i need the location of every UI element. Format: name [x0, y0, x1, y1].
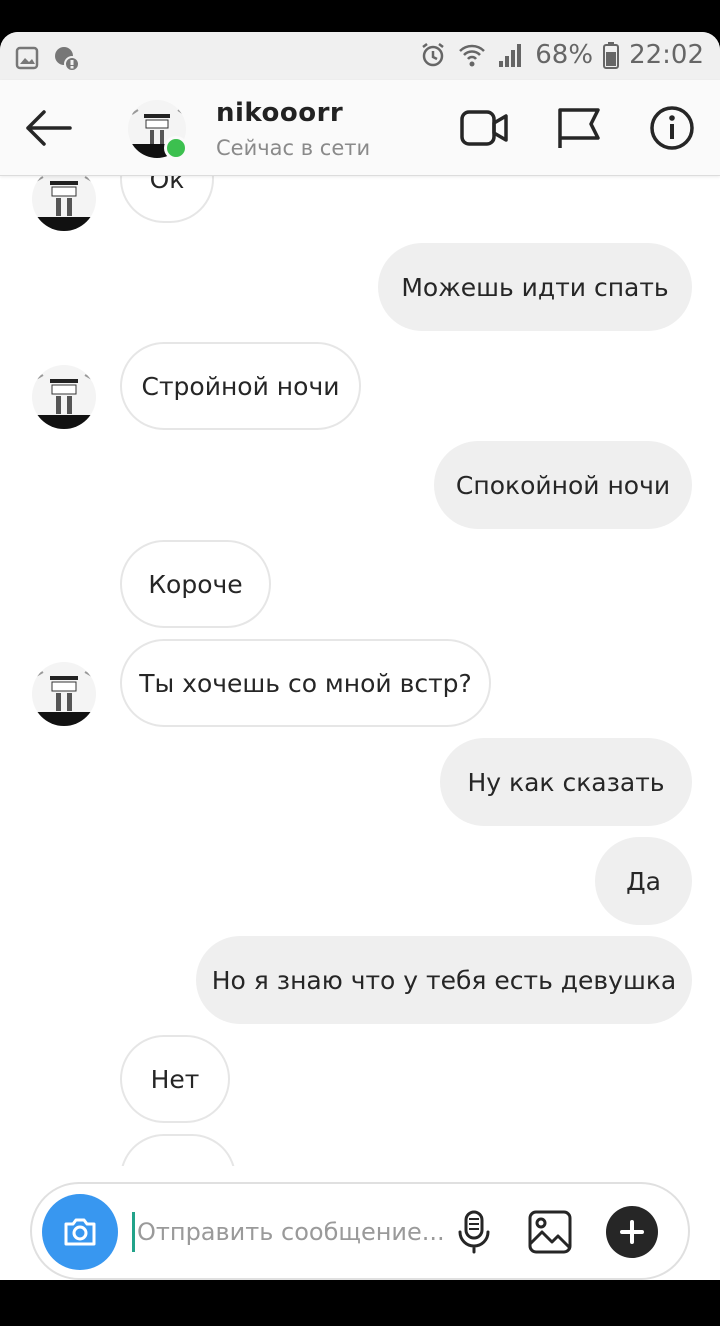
signal-icon — [499, 44, 522, 67]
gallery-notification-icon — [15, 46, 39, 70]
camera-icon — [64, 1218, 96, 1246]
outgoing-message[interactable]: Можешь идти спать — [378, 243, 692, 331]
sender-avatar[interactable] — [32, 176, 96, 231]
battery-icon — [603, 42, 620, 69]
security-notification-icon — [55, 47, 80, 72]
app-screen: 68% 22:02 nikooorr Сейчас в сети Ок Може… — [0, 32, 720, 1312]
online-status-dot — [164, 136, 188, 160]
message-composer — [30, 1182, 690, 1280]
plus-icon — [620, 1220, 644, 1244]
incoming-message[interactable]: Короче — [120, 540, 271, 628]
alarm-icon — [422, 43, 445, 67]
outgoing-message[interactable]: Спокойной ночи — [434, 441, 692, 529]
flag-icon[interactable] — [552, 102, 604, 154]
back-arrow-icon[interactable] — [20, 104, 76, 152]
incoming-message[interactable]: Ок — [120, 176, 214, 223]
camera-button[interactable] — [42, 1194, 118, 1270]
clock: 22:02 — [629, 40, 704, 70]
outgoing-message[interactable]: Ну как сказать — [440, 738, 692, 826]
status-bar: 68% 22:02 — [0, 32, 720, 80]
video-call-icon[interactable] — [458, 102, 510, 154]
wifi-icon — [459, 44, 486, 67]
sender-avatar[interactable] — [32, 662, 96, 726]
battery-percent: 68% — [535, 40, 594, 70]
gallery-icon[interactable] — [526, 1208, 574, 1256]
incoming-message[interactable] — [120, 1134, 236, 1166]
incoming-message[interactable]: Ты хочешь со мной встр? — [120, 639, 491, 727]
system-nav-bar — [0, 1280, 720, 1326]
message-thread[interactable]: Ок Можешь идти спать Стройной ночи Споко… — [0, 176, 720, 1166]
incoming-message[interactable]: Нет — [120, 1035, 230, 1123]
info-icon[interactable] — [646, 102, 698, 154]
chat-header: nikooorr Сейчас в сети — [0, 80, 720, 176]
message-input[interactable] — [132, 1212, 452, 1252]
more-options-button[interactable] — [606, 1206, 658, 1258]
microphone-icon[interactable] — [450, 1208, 498, 1256]
sender-avatar[interactable] — [32, 365, 96, 429]
outgoing-message[interactable]: Но я знаю что у тебя есть девушка — [196, 936, 692, 1024]
outgoing-message[interactable]: Да — [595, 837, 692, 925]
contact-username[interactable]: nikooorr — [216, 98, 343, 128]
incoming-message[interactable]: Стройной ночи — [120, 342, 361, 430]
presence-status: Сейчас в сети — [216, 136, 371, 160]
